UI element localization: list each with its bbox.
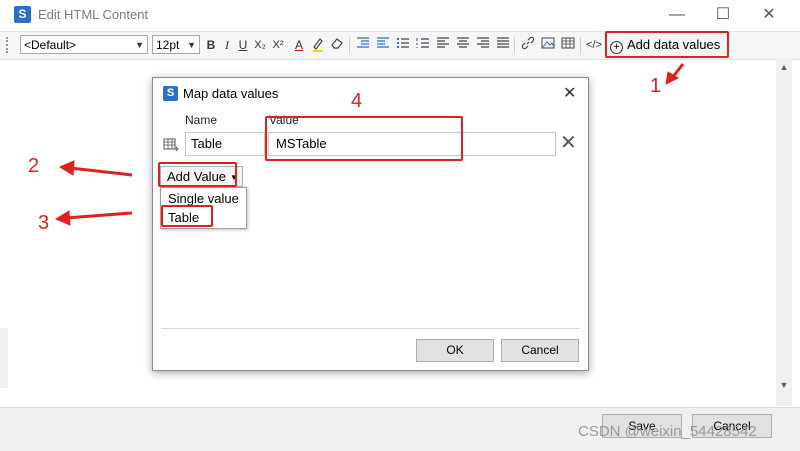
annotation-arrows [54,63,685,226]
arrow-2-head [58,160,75,176]
arrow-3-head [54,210,71,226]
